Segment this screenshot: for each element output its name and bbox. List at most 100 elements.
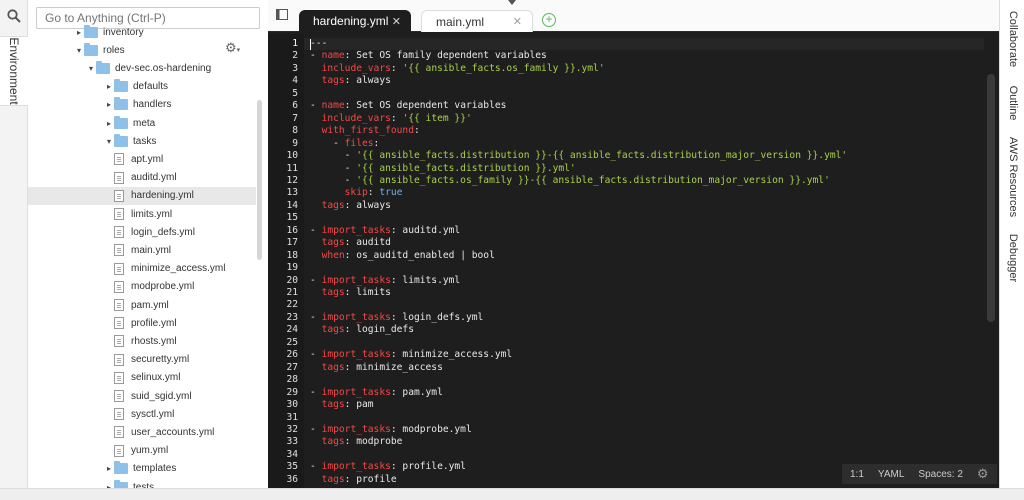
- tree-file[interactable]: apt.yml: [28, 150, 256, 168]
- tree-folder[interactable]: ▸ tests: [28, 478, 256, 488]
- line-number: 1: [292, 38, 298, 49]
- line-number: 21: [286, 287, 298, 298]
- new-tab-plus-icon[interactable]: +: [542, 13, 556, 27]
- cursor-position[interactable]: 1:1: [850, 469, 864, 480]
- tree-file[interactable]: rhosts.yml: [28, 332, 256, 350]
- tree-file[interactable]: hardening.yml: [28, 186, 256, 205]
- folder-icon: [114, 79, 128, 93]
- tree-folder[interactable]: ▾ dev-sec.os-hardening: [28, 59, 256, 77]
- tree-item-label: meta: [133, 117, 156, 129]
- code-line: skip: true: [344, 187, 403, 199]
- code-line: tags: modprobe: [321, 436, 403, 448]
- environment-tab[interactable]: Environment: [0, 36, 28, 106]
- tree-file[interactable]: minimize_access.yml: [28, 260, 256, 278]
- right-sidebar: Collaborate Outline AWS Resources Debugg…: [999, 0, 1024, 488]
- tree-file[interactable]: user_accounts.yml: [28, 423, 256, 441]
- code-editor[interactable]: 1 --- 2 - name: Set OS family dependent var…: [268, 34, 999, 488]
- tree-folder[interactable]: ▸ meta: [28, 114, 256, 132]
- line-number: 20: [286, 274, 298, 286]
- tree-folder[interactable]: ▸ defaults: [28, 78, 256, 96]
- tree-item-label: rhosts.yml: [131, 335, 177, 347]
- file-icon: [114, 317, 124, 330]
- tab-main-yml[interactable]: main.yml ✕: [421, 10, 533, 32]
- left-sidebar: Environment: [0, 0, 28, 488]
- tree-file[interactable]: pam.yml: [28, 296, 256, 314]
- line-number: 5: [292, 87, 298, 99]
- tree-file[interactable]: modprobe.yml: [28, 278, 256, 296]
- gear-icon[interactable]: ⚙: [977, 466, 989, 482]
- code-line: - import_tasks: auditd.yml: [310, 224, 461, 236]
- chevron-down-icon[interactable]: ▾: [74, 46, 84, 55]
- line-number: 35: [286, 461, 298, 473]
- aws-resources-tab-label: AWS Resources: [1006, 136, 1019, 218]
- chevron-right-icon[interactable]: ▸: [104, 100, 114, 109]
- tab-hardening-yml[interactable]: hardening.yml ✕: [299, 10, 411, 32]
- line-number: 34: [286, 448, 298, 460]
- tree-item-label: limits.yml: [131, 208, 173, 220]
- code-line: tags: always: [321, 199, 391, 211]
- tree-file[interactable]: sysctl.yml: [28, 405, 256, 423]
- chevron-down-icon[interactable]: ▾: [104, 137, 114, 146]
- tree-item-label: inventory: [103, 26, 144, 38]
- tree-item-label: apt.yml: [131, 153, 164, 165]
- close-icon[interactable]: ✕: [392, 15, 401, 28]
- tree-folder[interactable]: ▸ inventory: [28, 23, 256, 41]
- tree-file[interactable]: main.yml: [28, 241, 256, 259]
- aws-resources-tab[interactable]: AWS Resources: [1000, 132, 1024, 222]
- tree-settings-gear-icon[interactable]: ⚙▾: [225, 40, 240, 56]
- tree-folder[interactable]: ▸ templates: [28, 460, 256, 478]
- tree-file[interactable]: selinux.yml: [28, 369, 256, 387]
- environment-tab-label: Environment: [7, 37, 21, 105]
- line-number: 28: [286, 374, 298, 386]
- tree-file[interactable]: suid_sgid.yml: [28, 387, 256, 405]
- code-line: tags: pam: [321, 399, 374, 411]
- collaborate-tab[interactable]: Collaborate: [1000, 4, 1024, 74]
- code-line: tags: limits: [321, 287, 391, 298]
- file-icon: [114, 444, 124, 457]
- tree-folder[interactable]: ▸ handlers: [28, 96, 256, 114]
- tree-scrollbar[interactable]: [257, 100, 262, 260]
- editor-scrollbar[interactable]: [987, 74, 995, 322]
- debugger-tab[interactable]: Debugger: [1000, 228, 1024, 288]
- tree-file[interactable]: profile.yml: [28, 314, 256, 332]
- tab-label: main.yml: [436, 14, 485, 29]
- language-mode[interactable]: YAML: [878, 469, 905, 480]
- line-number: 10: [286, 150, 298, 162]
- line-number: 32: [286, 423, 298, 435]
- tree-item-label: sysctl.yml: [131, 408, 175, 420]
- search-icon[interactable]: [0, 0, 28, 32]
- folder-icon: [114, 97, 128, 111]
- tab-drop-indicator-icon: [508, 0, 516, 5]
- chevron-right-icon[interactable]: ▸: [104, 82, 114, 91]
- close-icon[interactable]: ✕: [513, 15, 522, 28]
- outline-tab[interactable]: Outline: [1000, 80, 1024, 126]
- indent-setting[interactable]: Spaces: 2: [918, 469, 962, 480]
- tree-folder[interactable]: ▾ roles: [28, 41, 256, 59]
- tree-file[interactable]: securetty.yml: [28, 351, 256, 369]
- file-tree-panel: ▸ inventory ▾roles▾dev-sec.os-hardening ▸ de…: [28, 0, 268, 488]
- line-number: 23: [286, 311, 298, 323]
- tree-item-label: selinux.yml: [131, 372, 181, 384]
- line-number: 11: [286, 162, 298, 174]
- tree-file[interactable]: login_defs.yml: [28, 223, 256, 241]
- folder-icon: [114, 133, 128, 147]
- tab-menu-icon[interactable]: [276, 9, 288, 23]
- chevron-down-icon[interactable]: ▾: [86, 64, 96, 73]
- code-line: include_vars: '{{ ansible_facts.os_famil…: [321, 62, 605, 74]
- file-icon: [114, 353, 124, 366]
- tree-file[interactable]: auditd.yml: [28, 169, 256, 187]
- file-icon: [114, 335, 124, 348]
- editor-status-bar: 1:1 YAML Spaces: 2 ⚙: [842, 464, 997, 484]
- tree-file[interactable]: yum.yml: [28, 442, 256, 460]
- chevron-right-icon[interactable]: ▸: [74, 28, 84, 37]
- chevron-right-icon[interactable]: ▸: [104, 119, 114, 128]
- code-line: include_vars: '{{ item }}': [321, 112, 472, 124]
- tree-item-label: hardening.yml: [131, 190, 194, 202]
- tree-folder[interactable]: ▾ tasks: [28, 132, 256, 150]
- chevron-right-icon[interactable]: ▸: [104, 464, 114, 473]
- line-number: 13: [286, 187, 298, 199]
- tree-item-label: defaults: [133, 81, 169, 93]
- tree-item-label: templates: [133, 463, 177, 475]
- tree-file[interactable]: limits.yml: [28, 205, 256, 223]
- code-line: - import_tasks: pam.yml: [310, 386, 443, 398]
